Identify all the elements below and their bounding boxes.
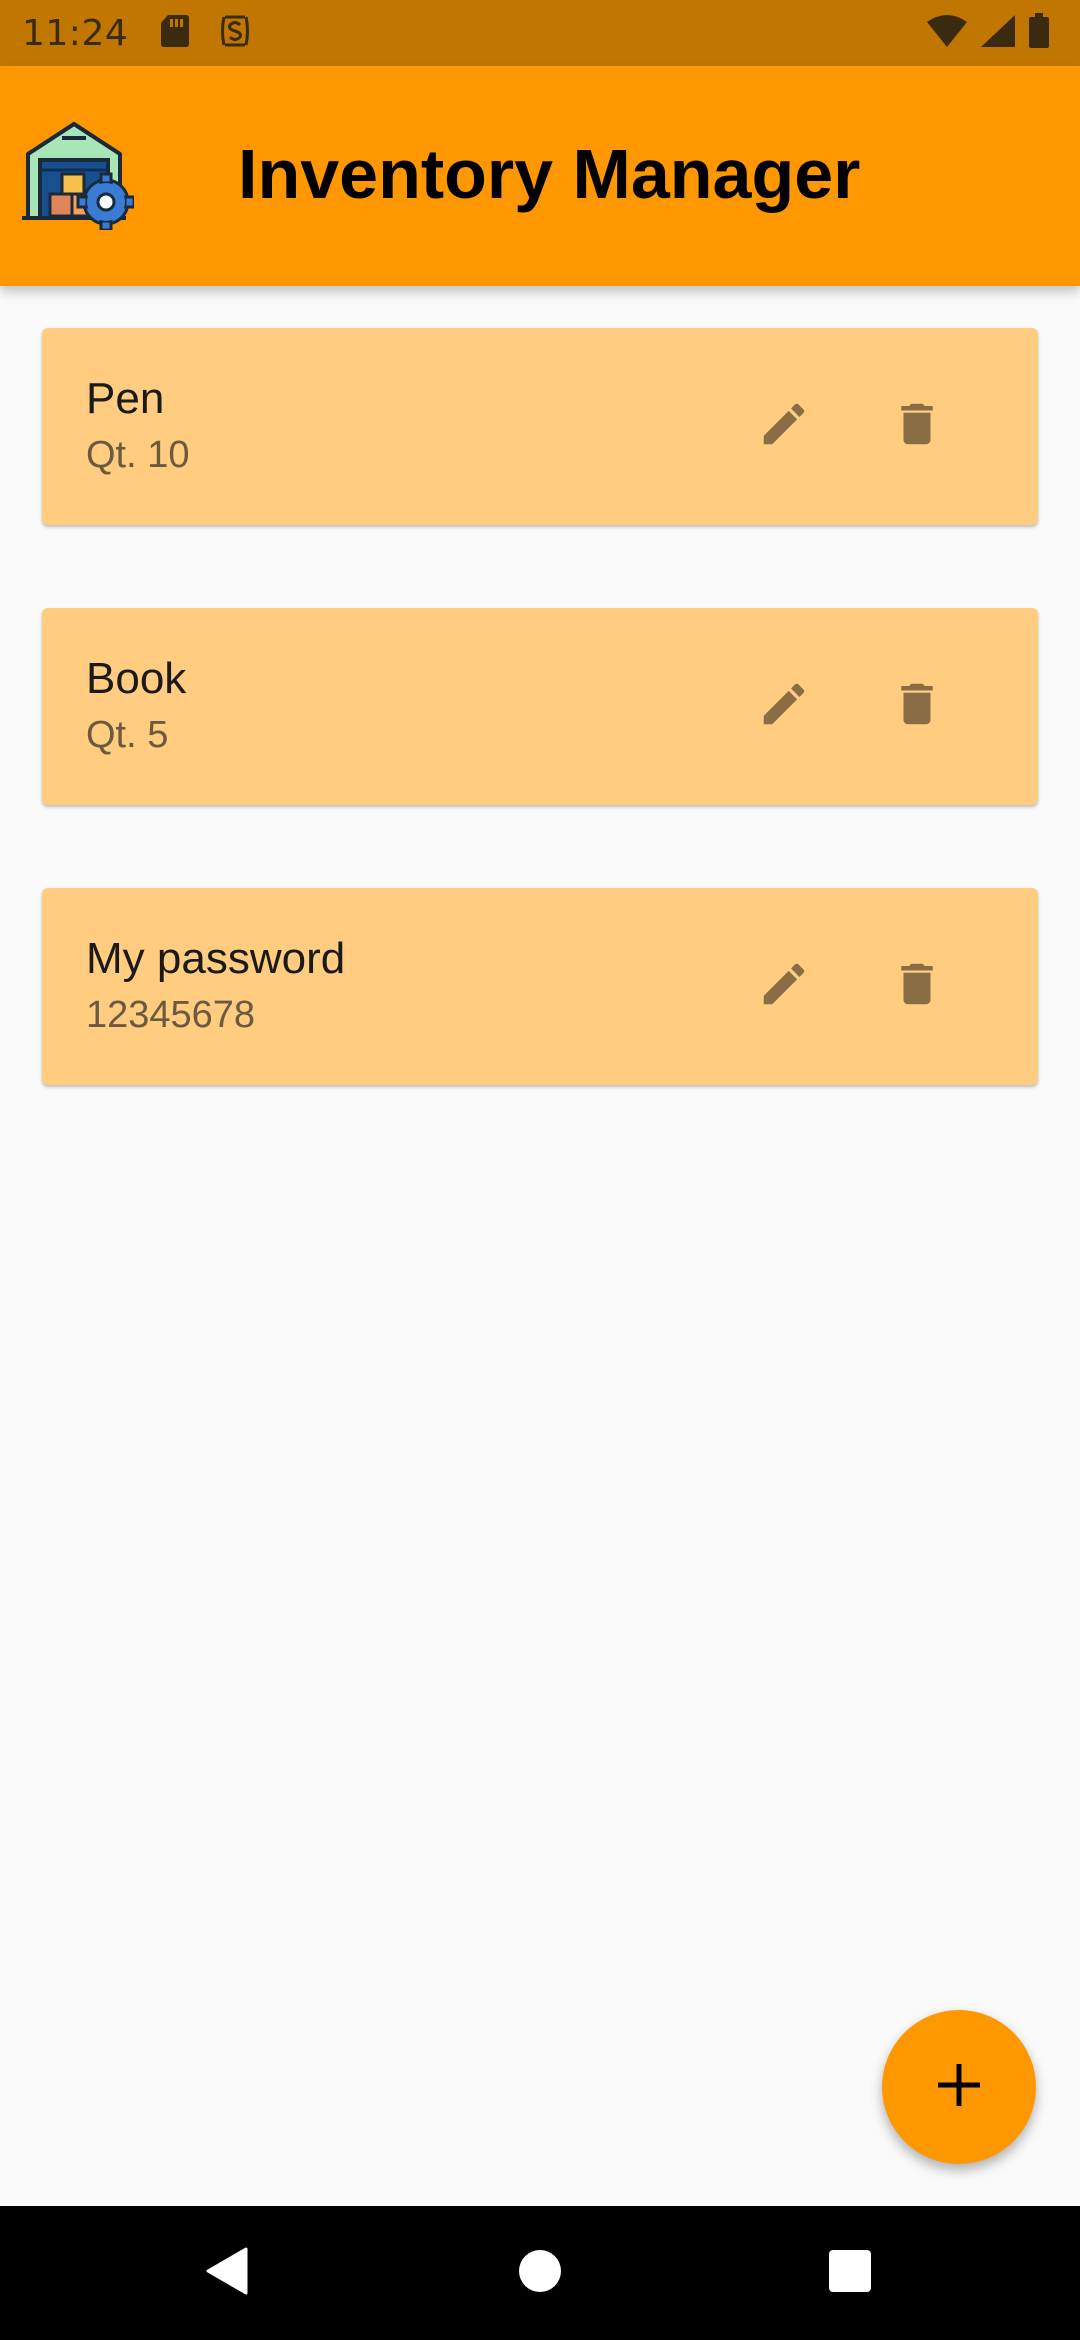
delete-button[interactable] [869,658,965,754]
sd-card-icon [160,14,190,53]
plus-icon [936,2062,982,2113]
signal-icon [980,14,1016,53]
home-icon [518,2249,562,2298]
back-icon [204,2247,248,2300]
nav-recents-button[interactable] [770,2206,930,2340]
recents-icon [828,2249,872,2298]
wifi-icon [926,14,968,53]
trash-icon [890,957,944,1016]
item-detail: 12345678 [86,994,256,1036]
pencil-icon [757,677,811,736]
nav-back-button[interactable] [146,2206,306,2340]
status-system-icons [926,12,1050,54]
system-nav-bar [0,2206,1080,2340]
status-notification-icons [160,14,250,53]
list-item[interactable]: Book Qt. 5 [42,608,1038,805]
edit-button[interactable] [736,938,832,1034]
item-name: Pen [86,374,165,423]
list-item[interactable]: Pen Qt. 10 [42,328,1038,525]
item-name: My password [86,934,346,983]
app-title: Inventory Manager [238,135,861,213]
pencil-icon [757,957,811,1016]
list-item[interactable]: My password 12345678 [42,888,1038,1085]
battery-icon [1028,12,1050,54]
item-detail: Qt. 10 [86,434,190,476]
status-bar: 11:24 [0,0,1080,66]
edit-button[interactable] [736,658,832,754]
trash-icon [890,397,944,456]
trash-icon [890,677,944,736]
item-list: Pen Qt. 10 Book Qt. 5 My password 123456… [42,328,1038,1168]
item-name: Book [86,654,187,703]
warehouse-logo-icon [22,118,136,232]
delete-button[interactable] [869,938,965,1034]
screen-record-icon [220,14,250,53]
status-time: 11:24 [22,12,129,54]
nav-home-button[interactable] [460,2206,620,2340]
pencil-icon [757,397,811,456]
add-item-button[interactable] [882,2010,1036,2164]
delete-button[interactable] [869,378,965,474]
item-detail: Qt. 5 [86,714,169,756]
edit-button[interactable] [736,378,832,474]
app-bar: Inventory Manager [0,66,1080,286]
